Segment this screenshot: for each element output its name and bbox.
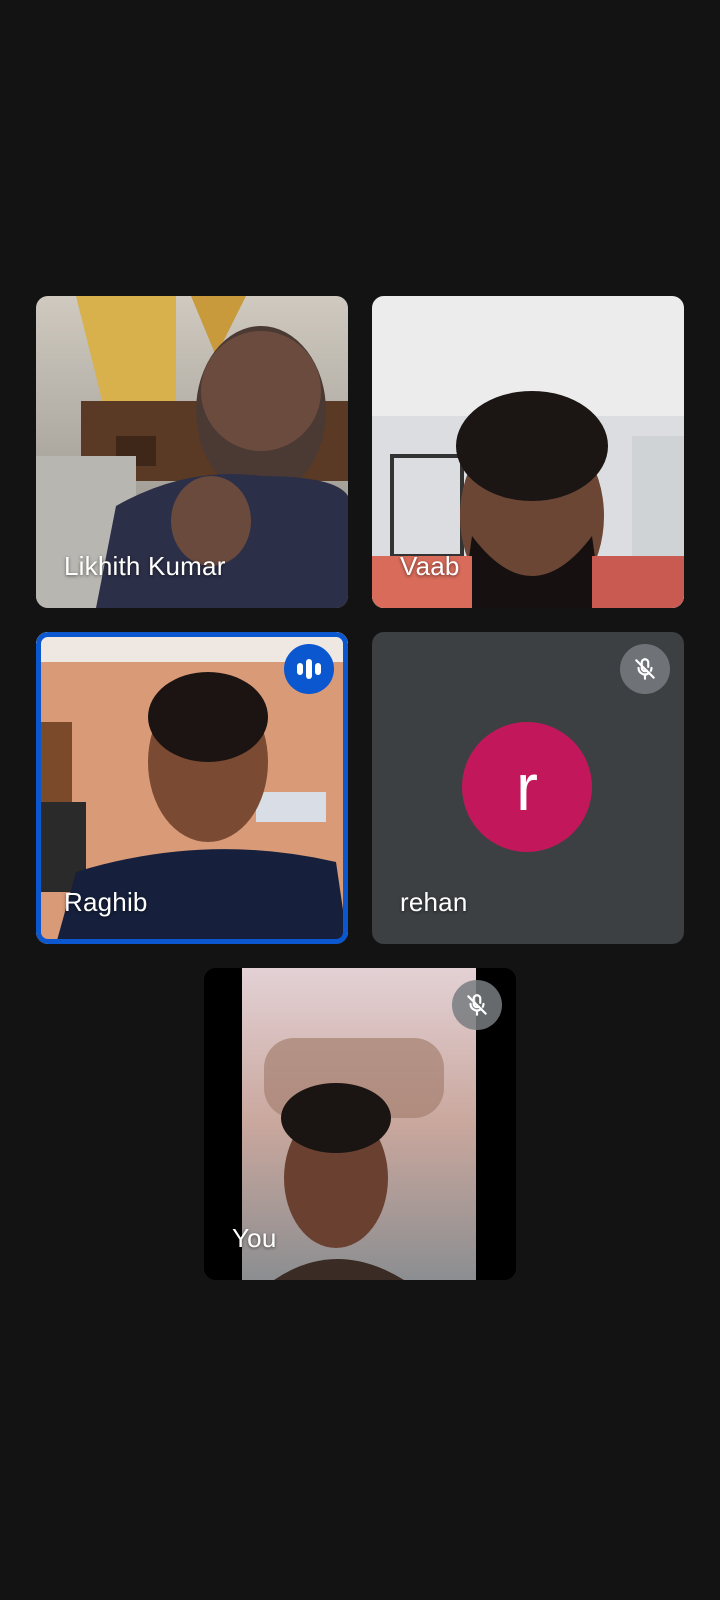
mic-off-icon <box>452 980 502 1030</box>
mic-off-icon <box>620 644 670 694</box>
participant-name: rehan <box>400 887 468 917</box>
avatar-letter: r <box>516 750 538 824</box>
audio-level-icon <box>284 644 334 694</box>
participant-tile-rehan[interactable]: r rehan <box>372 632 684 944</box>
participant-name: Likhith Kumar <box>64 551 226 581</box>
participant-tile-raghib[interactable]: Raghib <box>36 632 348 944</box>
participant-tile-self[interactable]: You <box>204 968 516 1280</box>
participant-name: Raghib <box>64 887 148 917</box>
participant-name: Vaab <box>400 551 460 581</box>
participant-tile-likhith-kumar[interactable]: Likhith Kumar <box>36 296 348 608</box>
avatar: r <box>462 722 592 852</box>
participant-name: You <box>232 1223 277 1253</box>
participant-tile-vaab[interactable]: Vaab <box>372 296 684 608</box>
